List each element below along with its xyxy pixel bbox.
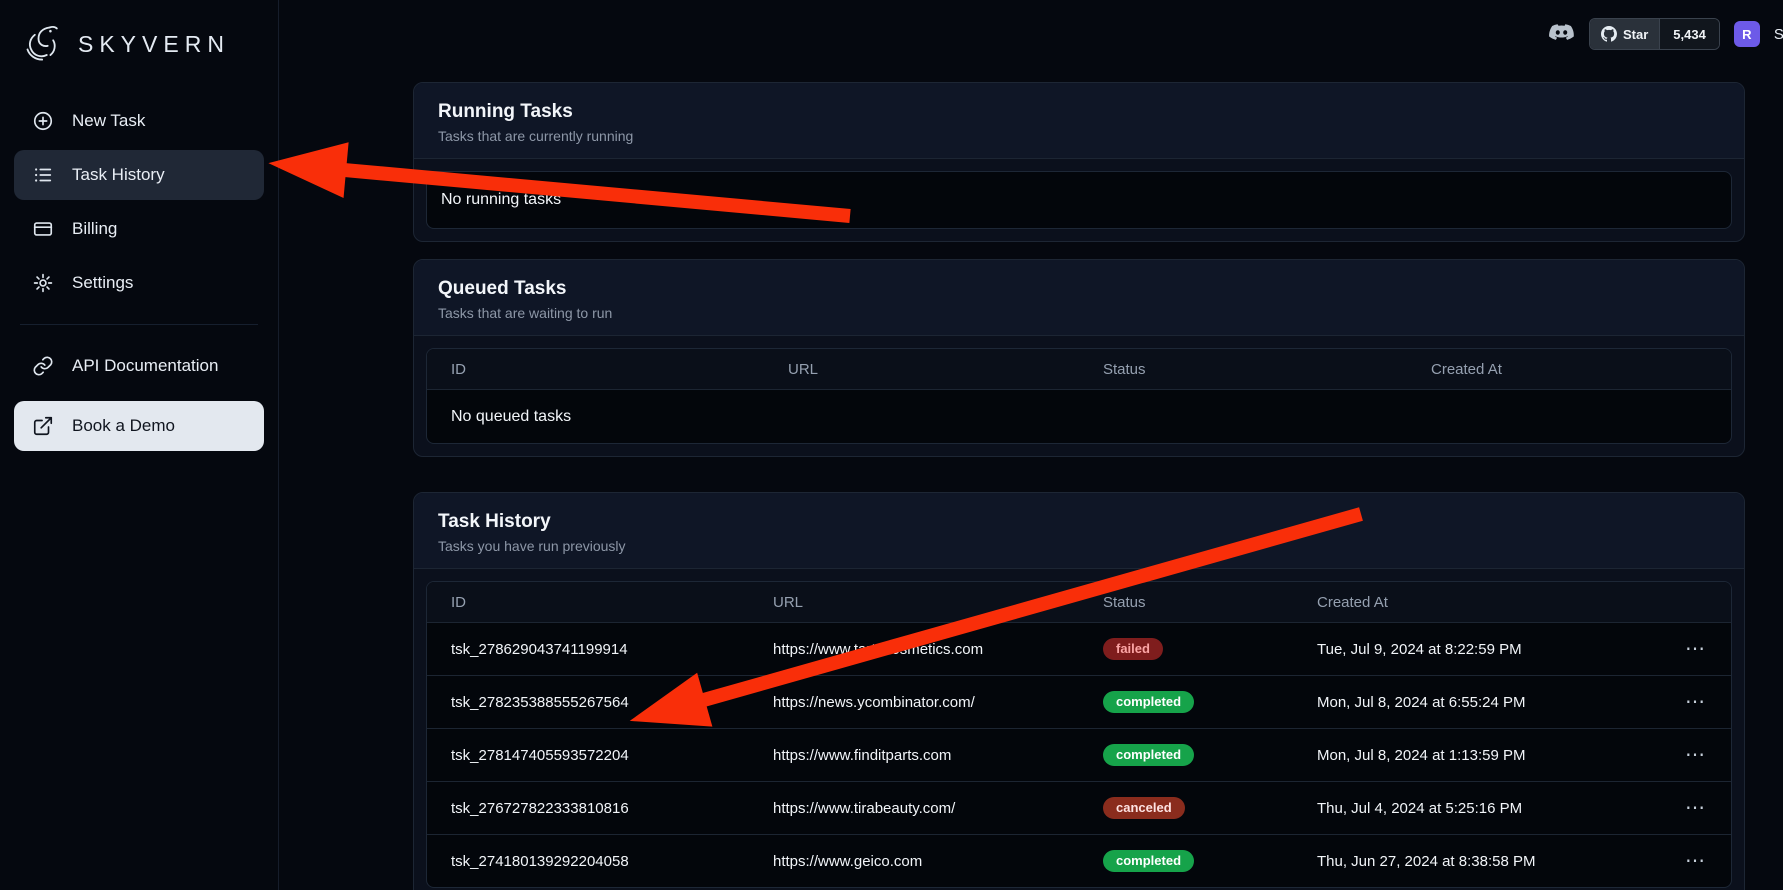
column-header-id: ID bbox=[439, 361, 776, 378]
status-badge: canceled bbox=[1103, 797, 1185, 819]
status-badge: completed bbox=[1103, 691, 1194, 713]
task-created-cell: Mon, Jul 8, 2024 at 1:13:59 PM bbox=[1305, 747, 1639, 764]
github-icon bbox=[1601, 26, 1617, 42]
queued-tasks-empty-state: No queued tasks bbox=[427, 389, 1731, 443]
card-title: Task History bbox=[438, 511, 1720, 533]
task-row[interactable]: tsk_278147405593572204 https://www.findi… bbox=[427, 728, 1731, 781]
queued-tasks-body: ID URL Status Created At No queued tasks bbox=[414, 336, 1744, 456]
task-history-body: ID URL Status Created At tsk_27862904374… bbox=[414, 569, 1744, 890]
queued-tasks-card: Queued Tasks Tasks that are waiting to r… bbox=[413, 259, 1745, 457]
sidebar-item-task-history[interactable]: Task History bbox=[14, 150, 264, 200]
brand-name: SKYVERN bbox=[78, 31, 230, 58]
table-header-row: ID URL Status Created At bbox=[427, 582, 1731, 622]
user-name: S bbox=[1774, 26, 1783, 43]
github-star-button[interactable]: Star 5,434 bbox=[1589, 18, 1720, 50]
nav-label: New Task bbox=[72, 111, 145, 131]
external-link-icon bbox=[32, 415, 54, 437]
skyvern-app: SKYVERN New Task Task History Billing bbox=[0, 0, 1783, 890]
task-created-cell: Thu, Jun 27, 2024 at 8:38:58 PM bbox=[1305, 853, 1639, 870]
sidebar-item-billing[interactable]: Billing bbox=[14, 204, 264, 254]
task-created-cell: Mon, Jul 8, 2024 at 6:55:24 PM bbox=[1305, 694, 1639, 711]
queued-tasks-header: Queued Tasks Tasks that are waiting to r… bbox=[414, 260, 1744, 336]
queued-tasks-table: ID URL Status Created At No queued tasks bbox=[426, 348, 1732, 444]
card-subtitle: Tasks that are waiting to run bbox=[438, 305, 1720, 321]
sidebar-nav: New Task Task History Billing Settings bbox=[14, 96, 264, 451]
nav-label: Task History bbox=[72, 165, 165, 185]
task-url-cell: https://www.tirabeauty.com/ bbox=[761, 800, 1091, 817]
task-history-table: ID URL Status Created At tsk_27862904374… bbox=[426, 581, 1732, 888]
nav-label: Book a Demo bbox=[72, 416, 175, 436]
discord-icon[interactable] bbox=[1548, 21, 1575, 48]
sidebar: SKYVERN New Task Task History Billing bbox=[0, 0, 279, 890]
task-url-cell: https://www.geico.com bbox=[761, 853, 1091, 870]
nav-label: API Documentation bbox=[72, 356, 218, 376]
running-tasks-empty-state: No running tasks bbox=[426, 171, 1732, 229]
task-id-cell: tsk_276727822333810816 bbox=[439, 800, 761, 817]
task-row[interactable]: tsk_276727822333810816 https://www.tirab… bbox=[427, 781, 1731, 834]
task-row[interactable]: tsk_274180139292204058 https://www.geico… bbox=[427, 834, 1731, 887]
plus-circle-icon bbox=[32, 110, 54, 132]
column-header-url: URL bbox=[776, 361, 1091, 378]
avatar[interactable]: R bbox=[1734, 21, 1760, 47]
task-id-cell: tsk_278147405593572204 bbox=[439, 747, 761, 764]
sidebar-item-settings[interactable]: Settings bbox=[14, 258, 264, 308]
topbar: Star 5,434 R S bbox=[1548, 18, 1783, 50]
link-icon bbox=[32, 355, 54, 377]
nav-label: Billing bbox=[72, 219, 117, 239]
row-menu-button[interactable]: ⋯ bbox=[1639, 744, 1719, 766]
sidebar-item-new-task[interactable]: New Task bbox=[14, 96, 264, 146]
row-menu-button[interactable]: ⋯ bbox=[1639, 638, 1719, 660]
table-header-row: ID URL Status Created At bbox=[427, 349, 1731, 389]
sidebar-item-book-a-demo[interactable]: Book a Demo bbox=[14, 401, 264, 451]
task-row[interactable]: tsk_278235388555267564 https://news.ycom… bbox=[427, 675, 1731, 728]
credit-card-icon bbox=[32, 218, 54, 240]
row-menu-button[interactable]: ⋯ bbox=[1639, 691, 1719, 713]
column-header-status: Status bbox=[1091, 361, 1419, 378]
column-header-status: Status bbox=[1091, 594, 1305, 611]
task-row[interactable]: tsk_278629043741199914 https://www.tarte… bbox=[427, 622, 1731, 675]
running-tasks-card: Running Tasks Tasks that are currently r… bbox=[413, 82, 1745, 242]
task-id-cell: tsk_274180139292204058 bbox=[439, 853, 761, 870]
card-title: Running Tasks bbox=[438, 101, 1720, 123]
card-title: Queued Tasks bbox=[438, 278, 1720, 300]
github-star-label: Star bbox=[1623, 27, 1648, 42]
task-history-header: Task History Tasks you have run previous… bbox=[414, 493, 1744, 569]
status-badge: completed bbox=[1103, 744, 1194, 766]
nav-label: Settings bbox=[72, 273, 133, 293]
sidebar-item-api-documentation[interactable]: API Documentation bbox=[14, 341, 264, 391]
column-header-created-at: Created At bbox=[1305, 594, 1639, 611]
running-tasks-body: No running tasks bbox=[414, 159, 1744, 241]
status-badge: completed bbox=[1103, 850, 1194, 872]
brand-logo[interactable]: SKYVERN bbox=[14, 18, 264, 70]
row-menu-button[interactable]: ⋯ bbox=[1639, 850, 1719, 872]
column-header-url: URL bbox=[761, 594, 1091, 611]
task-created-cell: Thu, Jul 4, 2024 at 5:25:16 PM bbox=[1305, 800, 1639, 817]
status-badge: failed bbox=[1103, 638, 1163, 660]
task-url-cell: https://www.finditparts.com bbox=[761, 747, 1091, 764]
card-subtitle: Tasks you have run previously bbox=[438, 538, 1720, 554]
task-id-cell: tsk_278629043741199914 bbox=[439, 641, 761, 658]
row-menu-button[interactable]: ⋯ bbox=[1639, 797, 1719, 819]
task-history-card: Task History Tasks you have run previous… bbox=[413, 492, 1745, 890]
sidebar-divider bbox=[20, 324, 258, 325]
skyvern-dragon-icon bbox=[22, 22, 66, 66]
github-star-count: 5,434 bbox=[1659, 19, 1719, 49]
list-icon bbox=[32, 164, 54, 186]
task-url-cell: https://news.ycombinator.com/ bbox=[761, 694, 1091, 711]
column-header-created-at: Created At bbox=[1419, 361, 1719, 378]
task-url-cell: https://www.tartecosmetics.com bbox=[761, 641, 1091, 658]
column-header-id: ID bbox=[439, 594, 761, 611]
card-subtitle: Tasks that are currently running bbox=[438, 128, 1720, 144]
running-tasks-header: Running Tasks Tasks that are currently r… bbox=[414, 83, 1744, 159]
task-id-cell: tsk_278235388555267564 bbox=[439, 694, 761, 711]
task-created-cell: Tue, Jul 9, 2024 at 8:22:59 PM bbox=[1305, 641, 1639, 658]
gear-icon bbox=[32, 272, 54, 294]
